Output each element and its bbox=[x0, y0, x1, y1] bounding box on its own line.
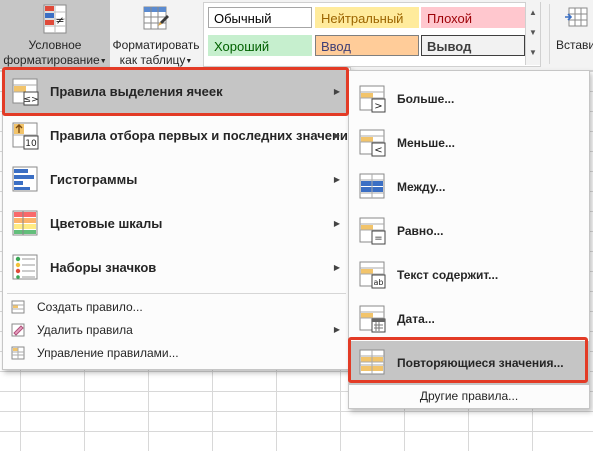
date-occurring-icon bbox=[359, 305, 386, 333]
svg-text:ab: ab bbox=[374, 278, 384, 287]
icon-sets-icon bbox=[12, 254, 38, 280]
cell-style-input[interactable]: Ввод bbox=[315, 35, 419, 56]
text-contains-icon: ab bbox=[359, 261, 386, 289]
submenu-item-less-than[interactable]: < Меньше... bbox=[349, 121, 589, 165]
chevron-right-icon: ▶ bbox=[333, 325, 340, 334]
gallery-up-icon[interactable]: ▲ bbox=[526, 8, 540, 17]
menu-item-label: Управление правилами... bbox=[37, 346, 179, 360]
svg-text:=: = bbox=[374, 233, 382, 244]
svg-text:>: > bbox=[374, 101, 382, 112]
cell-style-output[interactable]: Вывод bbox=[421, 35, 525, 56]
insert-label: Вставить bbox=[556, 38, 593, 52]
cell-styles-gallery: Обычный Нейтральный Плохой Хороший Ввод … bbox=[203, 2, 541, 67]
submenu-item-text-contains[interactable]: ab Текст содержит... bbox=[349, 253, 589, 297]
submenu-item-more-rules[interactable]: Другие правила... bbox=[349, 385, 589, 407]
cell-style-label: Плохой bbox=[427, 11, 473, 26]
svg-text:≠: ≠ bbox=[55, 14, 64, 27]
menu-item-label: Создать правило... bbox=[37, 300, 143, 314]
menu-item-label: Наборы значков bbox=[50, 260, 157, 275]
between-icon bbox=[359, 173, 385, 199]
submenu-item-label: Больше... bbox=[397, 92, 455, 106]
format-as-table-label-1: Форматировать bbox=[112, 38, 200, 52]
chevron-down-icon: ▼ bbox=[99, 58, 107, 65]
menu-item-label: Цветовые шкалы bbox=[50, 216, 163, 231]
menu-item-icon-sets[interactable]: Наборы значков ▶ bbox=[3, 246, 350, 290]
menu-item-top-bottom-rules[interactable]: 10 Правила отбора первых и последних зна… bbox=[3, 114, 356, 158]
menu-item-label: Гистограммы bbox=[50, 172, 138, 187]
cell-style-label: Ввод bbox=[321, 39, 351, 54]
svg-text:10: 10 bbox=[25, 139, 37, 149]
cell-style-normal[interactable]: Обычный bbox=[208, 7, 312, 28]
conditional-formatting-icon: ≠ bbox=[43, 4, 67, 34]
submenu-item-label: Равно... bbox=[397, 224, 444, 238]
menu-item-data-bars[interactable]: Гистограммы ▶ bbox=[3, 158, 350, 202]
menu-item-label: Удалить правила bbox=[37, 323, 133, 337]
conditional-formatting-button[interactable]: ≠ Условное форматирование▼ bbox=[0, 0, 110, 69]
submenu-item-duplicate-values[interactable]: Повторяющиеся значения... bbox=[349, 341, 589, 385]
submenu-item-equal-to[interactable]: = Равно... bbox=[349, 209, 589, 253]
menu-item-label: Правила отбора первых и последних значен… bbox=[50, 128, 356, 143]
cell-style-label: Вывод bbox=[427, 39, 472, 54]
color-scales-icon bbox=[12, 210, 38, 236]
menu-separator bbox=[7, 293, 346, 294]
format-as-table-button[interactable]: Форматировать как таблицу▼ bbox=[110, 0, 202, 69]
format-as-table-label-2: как таблицу bbox=[119, 53, 186, 67]
submenu-item-date-occurring[interactable]: Дата... bbox=[349, 297, 589, 341]
chevron-right-icon: ▶ bbox=[333, 219, 340, 228]
gallery-more-icon[interactable]: ▼ bbox=[526, 48, 540, 57]
conditional-formatting-menu: ≤> Правила выделения ячеек ▶ 10 Правила … bbox=[2, 67, 356, 370]
clear-rules-icon bbox=[11, 323, 25, 337]
menu-item-manage-rules[interactable]: Управление правилами... bbox=[3, 342, 350, 364]
submenu-item-label: Между... bbox=[397, 180, 446, 194]
menu-item-label: Правила выделения ячеек bbox=[50, 84, 223, 99]
chevron-down-icon: ▼ bbox=[185, 58, 193, 65]
equal-to-icon: = bbox=[359, 217, 386, 245]
highlight-cells-rules-icon: ≤> bbox=[12, 78, 39, 106]
submenu-item-label: Дата... bbox=[397, 312, 435, 326]
chevron-right-icon: ▶ bbox=[333, 131, 340, 140]
svg-text:≤>: ≤> bbox=[23, 95, 38, 105]
ribbon-separator bbox=[549, 4, 550, 64]
menu-item-new-rule[interactable]: Создать правило... bbox=[3, 296, 350, 318]
gallery-scroll[interactable]: ▲ ▼ ▼ bbox=[525, 2, 540, 65]
submenu-item-label: Меньше... bbox=[397, 136, 455, 150]
cell-style-label: Нейтральный bbox=[321, 11, 404, 26]
format-table-icon bbox=[143, 6, 169, 30]
conditional-formatting-label-2: форматирование bbox=[3, 53, 100, 67]
submenu-item-label: Повторяющиеся значения... bbox=[397, 356, 564, 370]
cell-style-good[interactable]: Хороший bbox=[208, 35, 312, 56]
duplicate-values-icon bbox=[359, 349, 385, 375]
submenu-item-greater-than[interactable]: > Больше... bbox=[349, 77, 589, 121]
chevron-right-icon: ▶ bbox=[333, 87, 340, 96]
greater-than-icon: > bbox=[359, 85, 386, 113]
data-bars-icon bbox=[12, 166, 38, 192]
top-bottom-rules-icon: 10 bbox=[12, 122, 39, 150]
menu-item-clear-rules[interactable]: Удалить правила ▶ bbox=[3, 319, 350, 341]
submenu-item-between[interactable]: Между... bbox=[349, 165, 589, 209]
menu-item-highlight-cells-rules[interactable]: ≤> Правила выделения ячеек ▶ bbox=[3, 70, 350, 114]
submenu-item-label: Другие правила... bbox=[419, 389, 519, 403]
highlight-rules-submenu: > Больше... < Меньше... Между... = Равно… bbox=[348, 70, 590, 409]
cell-style-neutral[interactable]: Нейтральный bbox=[315, 7, 419, 28]
cell-style-label: Обычный bbox=[214, 11, 272, 26]
chevron-right-icon: ▶ bbox=[333, 175, 340, 184]
submenu-item-label: Текст содержит... bbox=[397, 268, 499, 282]
insert-cells-icon bbox=[565, 7, 588, 27]
new-rule-icon bbox=[11, 300, 25, 314]
svg-text:<: < bbox=[374, 145, 382, 156]
manage-rules-icon bbox=[11, 346, 25, 360]
conditional-formatting-label-1: Условное bbox=[28, 38, 82, 52]
cell-style-label: Хороший bbox=[214, 39, 270, 54]
chevron-right-icon: ▶ bbox=[333, 263, 340, 272]
ribbon: ≠ Условное форматирование▼ Форматировать… bbox=[0, 0, 593, 71]
cell-style-bad[interactable]: Плохой bbox=[421, 7, 525, 28]
less-than-icon: < bbox=[359, 129, 386, 157]
menu-item-color-scales[interactable]: Цветовые шкалы ▶ bbox=[3, 202, 350, 246]
gallery-down-icon[interactable]: ▼ bbox=[526, 28, 540, 37]
insert-button[interactable]: Вставить bbox=[553, 0, 593, 69]
